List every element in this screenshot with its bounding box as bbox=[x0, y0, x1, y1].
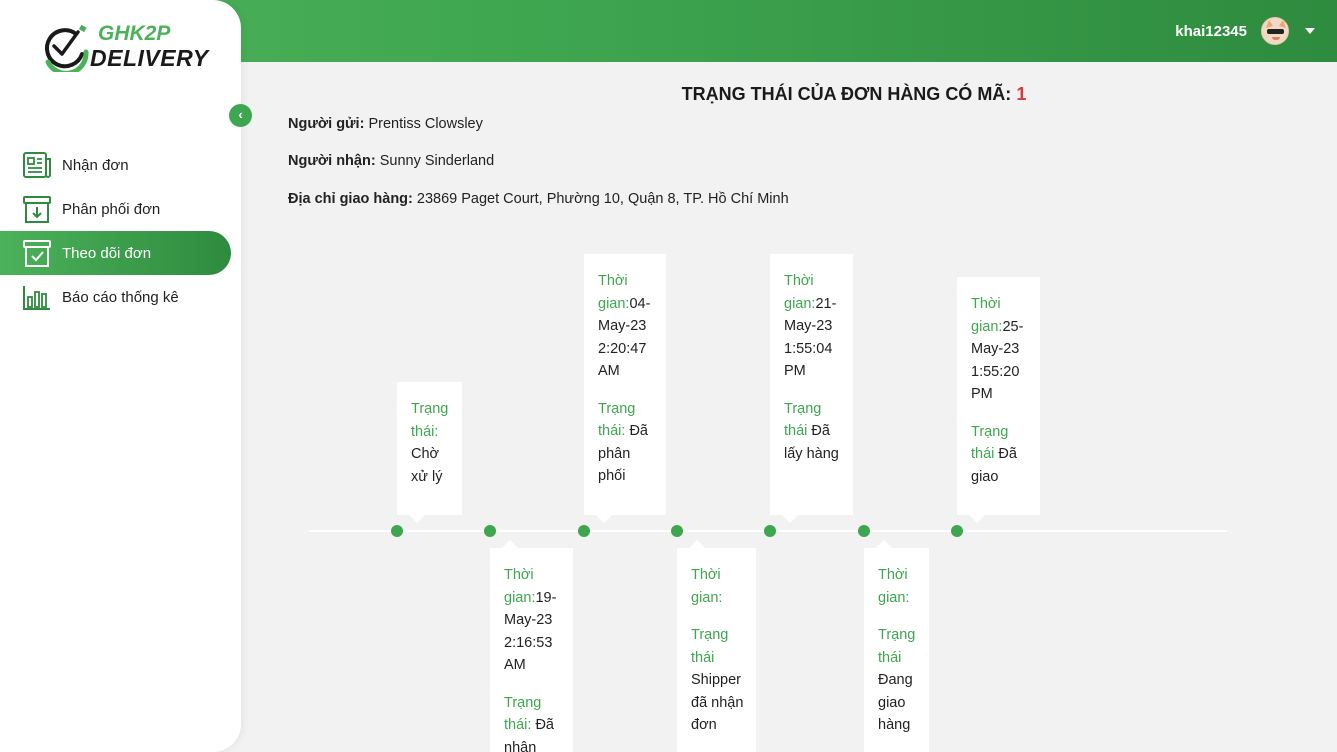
time-row: Thời gian:21-May-23 1:55:04 PM bbox=[784, 270, 841, 383]
timeline-card: Thời gian: Trạng thái Đang giao hàng bbox=[864, 540, 929, 752]
chevron-left-icon[interactable]: ‹ bbox=[229, 104, 252, 127]
status-label: Trạng thái: bbox=[411, 401, 449, 440]
status-row: Trạng thái Shipper đã nhận đơn bbox=[691, 624, 744, 737]
user-menu[interactable]: khai12345 bbox=[1175, 16, 1315, 46]
time-row: Thời gian:04-May-23 2:20:47 AM bbox=[598, 270, 654, 383]
status-value: Shipper đã nhận đơn bbox=[691, 672, 744, 733]
timeline-dot bbox=[578, 525, 590, 537]
stopwatch-logo-icon bbox=[45, 24, 89, 72]
sidebar-item-label: Báo cáo thống kê bbox=[62, 288, 179, 306]
sender-label: Người gửi: bbox=[288, 116, 365, 132]
sidebar-item-theo-doi-don[interactable]: Theo dõi đơn bbox=[0, 231, 231, 275]
status-value: Đang giao hàng bbox=[878, 672, 913, 733]
archive-download-icon bbox=[22, 194, 52, 224]
address-label: Địa chỉ giao hàng: bbox=[288, 191, 413, 207]
status-row: Trạng thái Đã lấy hàng bbox=[784, 398, 841, 466]
timeline-card: Thời gian:21-May-23 1:55:04 PM Trạng thá… bbox=[770, 254, 853, 523]
status-row: Trạng thái: Đã nhận bbox=[504, 692, 561, 752]
sidebar-nav: Nhận đơn Phân phối đơn Theo dõi đơn Báo … bbox=[0, 143, 241, 319]
timeline-card: Thời gian: Trạng thái Shipper đã nhận đơ… bbox=[677, 540, 756, 752]
status-row: Trạng thái: Đã phân phối bbox=[598, 398, 654, 488]
address-value: 23869 Paget Court, Phường 10, Quận 8, TP… bbox=[416, 191, 789, 207]
sidebar-item-label: Theo dõi đơn bbox=[62, 244, 152, 262]
chevron-down-icon[interactable] bbox=[1305, 28, 1315, 34]
time-label: Thời gian: bbox=[691, 567, 723, 606]
time-row: Thời gian: bbox=[691, 564, 744, 609]
time-label: Thời gian: bbox=[504, 567, 536, 606]
sender-info: Người gửi: Prentiss Clowsley bbox=[288, 116, 483, 132]
brand-logo[interactable]: GHK2P DELIVERY bbox=[42, 22, 212, 74]
sidebar: GHK2P DELIVERY Nhận đơn Phân phối đơn Th… bbox=[0, 0, 241, 752]
status-value: Chờ xử lý bbox=[411, 446, 443, 485]
bar-chart-icon bbox=[22, 282, 52, 312]
time-label: Thời gian: bbox=[971, 296, 1003, 335]
time-row: Thời gian:25-May-23 1:55:20 PM bbox=[971, 293, 1028, 406]
sidebar-item-nhan-don[interactable]: Nhận đơn bbox=[0, 143, 241, 187]
timeline-dot bbox=[391, 525, 403, 537]
time-label: Thời gian: bbox=[878, 567, 910, 606]
timeline-dot bbox=[671, 525, 683, 537]
status-row: Trạng thái: Chờ xử lý bbox=[411, 398, 450, 488]
sidebar-item-label: Phân phối đơn bbox=[62, 200, 161, 218]
page-title: TRẠNG THÁI CỦA ĐƠN HÀNG CÓ MÃ: 1 bbox=[681, 84, 1027, 104]
timeline-card: Trạng thái: Chờ xử lý bbox=[397, 382, 462, 523]
timeline-card: Thời gian:19-May-23 2:16:53 AM Trạng thá… bbox=[490, 540, 573, 752]
time-label: Thời gian: bbox=[784, 273, 816, 312]
status-label: Trạng thái bbox=[691, 627, 729, 666]
sidebar-item-label: Nhận đơn bbox=[62, 156, 129, 174]
address-info: Địa chỉ giao hàng: 23869 Paget Court, Ph… bbox=[288, 191, 789, 207]
time-label: Thời gian: bbox=[598, 273, 630, 312]
receiver-info: Người nhận: Sunny Sinderland bbox=[288, 153, 494, 169]
avatar[interactable] bbox=[1261, 17, 1289, 45]
sidebar-item-phan-phoi-don[interactable]: Phân phối đơn bbox=[0, 187, 241, 231]
timeline-card: Thời gian:04-May-23 2:20:47 AM Trạng thá… bbox=[584, 254, 666, 523]
timeline-card: Thời gian:25-May-23 1:55:20 PM Trạng thá… bbox=[957, 277, 1040, 523]
order-code: 1 bbox=[1016, 84, 1027, 104]
receiver-value: Sunny Sinderland bbox=[379, 153, 495, 169]
newspaper-icon bbox=[22, 150, 52, 180]
timeline-dot bbox=[951, 525, 963, 537]
archive-check-icon bbox=[22, 238, 52, 268]
status-row: Trạng thái Đã giao bbox=[971, 421, 1028, 489]
status-row: Trạng thái Đang giao hàng bbox=[878, 624, 917, 737]
sender-value: Prentiss Clowsley bbox=[368, 116, 483, 132]
timeline-dot bbox=[858, 525, 870, 537]
timeline-dot bbox=[484, 525, 496, 537]
time-row: Thời gian: bbox=[878, 564, 917, 609]
main-content: TRẠNG THÁI CỦA ĐƠN HÀNG CÓ MÃ: 1 Người g… bbox=[241, 62, 1337, 752]
receiver-label: Người nhận: bbox=[288, 153, 376, 169]
brand-line1: GHK2P bbox=[98, 22, 171, 45]
status-label: Trạng thái bbox=[878, 627, 916, 666]
timeline-dot bbox=[764, 525, 776, 537]
time-row: Thời gian:19-May-23 2:16:53 AM bbox=[504, 564, 561, 677]
sidebar-item-bao-cao-thong-ke[interactable]: Báo cáo thống kê bbox=[0, 275, 241, 319]
username[interactable]: khai12345 bbox=[1175, 23, 1247, 40]
brand-line2: DELIVERY bbox=[90, 45, 209, 71]
